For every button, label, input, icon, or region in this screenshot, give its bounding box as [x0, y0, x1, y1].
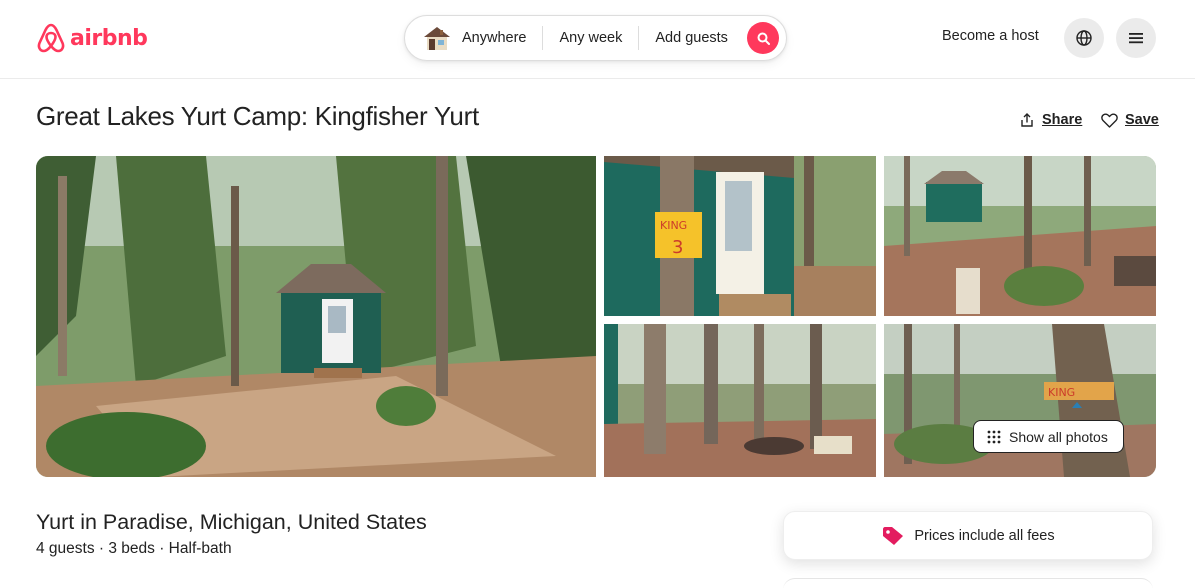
save-label: Save	[1125, 112, 1159, 128]
menu-icon	[1129, 33, 1143, 44]
airbnb-logo-icon	[37, 23, 65, 53]
sign-number: 3	[672, 237, 683, 258]
booking-card-edge	[783, 578, 1153, 588]
search-guests[interactable]: Add guests	[639, 26, 744, 50]
photo-kingfisher-sign[interactable]: KING	[884, 324, 1156, 477]
search-location[interactable]: Anywhere	[452, 26, 542, 50]
share-button[interactable]: Share	[1019, 112, 1082, 128]
fees-banner: Prices include all fees	[783, 511, 1153, 560]
airbnb-logo[interactable]: airbnb	[36, 22, 148, 54]
logo-wordmark: airbnb	[70, 25, 148, 51]
photo-yurt-door[interactable]: KING 3	[604, 156, 876, 316]
globe-icon	[1076, 30, 1092, 46]
fees-label: Prices include all fees	[914, 527, 1055, 544]
photo-yurt-distance[interactable]	[884, 156, 1156, 316]
search-dates[interactable]: Any week	[543, 26, 638, 50]
share-label: Share	[1042, 112, 1083, 128]
listing-subtitle: Yurt in Paradise, Michigan, United State…	[36, 510, 427, 534]
search-bar[interactable]: Anywhere Any week Add guests	[404, 15, 787, 61]
share-icon	[1021, 113, 1033, 127]
become-host-link[interactable]: Become a host	[930, 26, 1051, 46]
main-menu-button[interactable]	[1116, 18, 1156, 58]
listing-title: Great Lakes Yurt Camp: Kingfisher Yurt	[36, 101, 479, 131]
sign-text: KING	[660, 219, 687, 232]
show-all-photos-label: Show all photos	[1009, 428, 1108, 445]
search-icon	[757, 32, 770, 45]
grid-dots-icon	[987, 430, 1001, 443]
save-button[interactable]: Save	[1101, 112, 1159, 128]
language-button[interactable]	[1064, 18, 1104, 58]
site-header: airbnb Anywhere Any week Add guests Beco…	[0, 0, 1195, 79]
heart-icon	[1101, 113, 1118, 128]
main-photo[interactable]	[36, 156, 596, 477]
sign-text: KING	[1048, 386, 1075, 399]
show-all-photos-button[interactable]: Show all photos	[973, 420, 1124, 453]
listing-details: 4 guests · 3 beds · Half-bath	[36, 540, 232, 557]
house-thumbnail-icon	[422, 25, 452, 51]
search-button[interactable]	[747, 22, 779, 54]
photo-firepit[interactable]	[604, 324, 876, 477]
price-tag-icon	[883, 526, 904, 545]
